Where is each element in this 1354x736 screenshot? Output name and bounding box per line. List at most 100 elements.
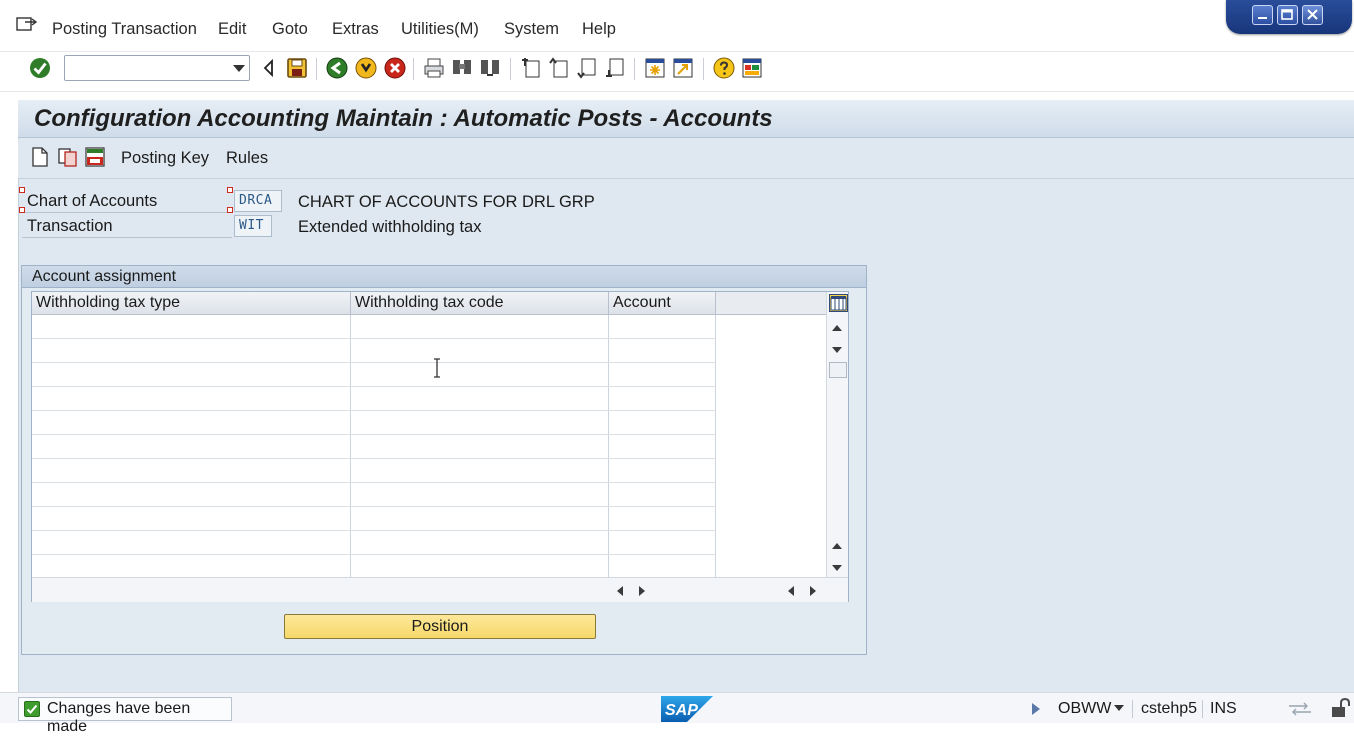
column-header-withholding-tax-type[interactable]: Withholding tax type (32, 292, 351, 315)
table-cell[interactable] (32, 339, 351, 362)
customize-layout-icon[interactable] (740, 56, 764, 80)
table-cell[interactable] (32, 363, 351, 386)
column-header-account[interactable]: Account (609, 292, 716, 315)
rules-button[interactable]: Rules (226, 149, 268, 168)
table-cell[interactable] (32, 387, 351, 410)
menu-goto[interactable]: Goto (272, 20, 308, 39)
table-cell[interactable] (609, 483, 716, 506)
last-page-icon[interactable] (603, 56, 627, 80)
save-list-icon[interactable] (85, 147, 105, 167)
table-cell[interactable] (351, 315, 609, 338)
table-cell[interactable] (609, 411, 716, 434)
table-cell[interactable] (351, 507, 609, 530)
menu-edit[interactable]: Edit (218, 20, 246, 39)
column-header-withholding-tax-code[interactable]: Withholding tax code (351, 292, 609, 315)
previous-page-icon[interactable] (547, 56, 571, 80)
server-name: cstehp5 (1141, 700, 1198, 717)
table-cell[interactable] (32, 483, 351, 506)
vertical-scrollbar[interactable] (826, 292, 848, 577)
play-status-icon[interactable] (1030, 701, 1042, 717)
transaction-field[interactable]: WIT (234, 215, 272, 237)
table-cell[interactable] (609, 531, 716, 554)
shortcut-icon[interactable] (671, 56, 695, 80)
table-row (32, 435, 716, 459)
horizontal-scrollbar[interactable] (32, 577, 848, 602)
table-cell[interactable] (609, 459, 716, 482)
menu-extras[interactable]: Extras (332, 20, 379, 39)
lock-icon[interactable] (1330, 698, 1350, 718)
save-icon[interactable] (285, 56, 309, 80)
first-page-icon[interactable] (519, 56, 543, 80)
menu-posting-transaction[interactable]: Posting Transaction (52, 20, 197, 39)
close-window-button[interactable] (1302, 5, 1323, 25)
table-cell[interactable] (351, 483, 609, 506)
table-cell[interactable] (351, 435, 609, 458)
menu-help[interactable]: Help (582, 20, 616, 39)
table-cell[interactable] (32, 411, 351, 434)
table-settings-icon[interactable] (829, 294, 848, 312)
table-cell[interactable] (609, 555, 716, 578)
enter-icon[interactable] (28, 56, 52, 80)
table-cell[interactable] (609, 435, 716, 458)
table-cell[interactable] (351, 363, 609, 386)
find-icon[interactable] (450, 56, 474, 80)
table-cell[interactable] (32, 435, 351, 458)
table-cell[interactable] (609, 315, 716, 338)
scroll-down-icon[interactable] (832, 347, 842, 353)
scroll-down-icon[interactable] (832, 565, 842, 571)
table-cell[interactable] (351, 531, 609, 554)
command-field[interactable] (64, 55, 250, 81)
copy-icon[interactable] (58, 147, 78, 167)
table-cell[interactable] (609, 339, 716, 362)
selection-marker (227, 187, 233, 193)
exit-icon[interactable] (354, 56, 378, 80)
table-cell[interactable] (351, 387, 609, 410)
table-cell[interactable] (351, 459, 609, 482)
table-cell[interactable] (609, 363, 716, 386)
scroll-right-icon[interactable] (810, 586, 816, 596)
system-menu-icon[interactable] (16, 16, 38, 34)
table-cell[interactable] (32, 555, 351, 578)
back-green-icon[interactable] (325, 56, 349, 80)
insert-mode[interactable]: INS (1210, 700, 1237, 718)
scroll-up-icon[interactable] (832, 543, 842, 549)
scroll-up-icon[interactable] (832, 325, 842, 331)
table-cell[interactable] (32, 507, 351, 530)
scroll-right-icon[interactable] (639, 586, 645, 596)
table-row (32, 459, 716, 483)
back-icon[interactable] (257, 56, 281, 80)
table-cell[interactable] (351, 411, 609, 434)
create-session-icon[interactable] (643, 56, 667, 80)
next-page-icon[interactable] (575, 56, 599, 80)
posting-key-button[interactable]: Posting Key (121, 149, 209, 168)
text-cursor-icon (434, 358, 440, 378)
help-icon[interactable] (712, 56, 736, 80)
find-next-icon[interactable] (478, 56, 502, 80)
chevron-down-icon[interactable] (233, 65, 245, 72)
menu-utilities[interactable]: Utilities(M) (401, 20, 479, 39)
toolbar-separator (316, 58, 317, 80)
minimize-button[interactable] (1252, 5, 1273, 25)
print-icon[interactable] (422, 56, 446, 80)
scroll-thumb[interactable] (829, 362, 847, 378)
status-message[interactable]: Changes have been made (18, 697, 232, 735)
table-cell[interactable] (32, 315, 351, 338)
table-cell[interactable] (351, 339, 609, 362)
status-message-text: Changes have been made (47, 700, 191, 735)
scroll-left-icon[interactable] (617, 586, 623, 596)
table-cell[interactable] (32, 459, 351, 482)
table-cell[interactable] (609, 387, 716, 410)
chevron-down-icon[interactable] (1113, 704, 1125, 712)
table-cell[interactable] (32, 531, 351, 554)
table-cell[interactable] (609, 507, 716, 530)
page-title: Configuration Accounting Maintain : Auto… (34, 105, 773, 132)
scroll-left-icon[interactable] (788, 586, 794, 596)
table-row (32, 411, 716, 435)
cancel-icon[interactable] (383, 56, 407, 80)
chart-of-accounts-field[interactable]: DRCA (234, 190, 282, 212)
table-cell[interactable] (351, 555, 609, 578)
position-button[interactable]: Position (284, 614, 596, 639)
new-entries-icon[interactable] (30, 147, 50, 167)
menu-system[interactable]: System (504, 20, 559, 39)
maximize-button[interactable] (1277, 5, 1298, 25)
